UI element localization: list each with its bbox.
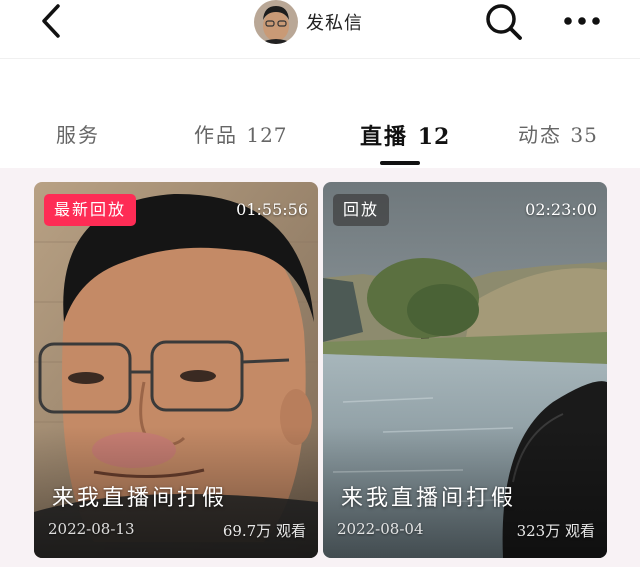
top-bar: 发私信 <box>0 0 640 58</box>
avatar[interactable] <box>254 0 298 44</box>
video-duration: 01:55:56 <box>236 200 308 219</box>
private-message-label[interactable]: 发私信 <box>306 9 363 35</box>
more-horizontal-icon <box>564 17 600 25</box>
live-replay-card[interactable]: 回放 02:23:00 来我直播间打假 2022-08-04 323万 观看 <box>323 182 607 558</box>
tab-label: 作品 <box>194 123 238 147</box>
tab-count: 12 <box>417 124 451 150</box>
view-count: 323万 观看 <box>516 522 595 540</box>
card-title: 来我直播间打假 <box>52 486 228 511</box>
card-date: 2022-08-13 <box>48 520 135 538</box>
tab-label: 直播 <box>360 124 409 150</box>
search-icon <box>486 4 522 40</box>
more-button[interactable] <box>556 6 608 36</box>
video-duration: 02:23:00 <box>525 200 597 219</box>
private-message-entry[interactable]: 发私信 <box>254 0 363 44</box>
tab-label: 服务 <box>56 123 100 147</box>
active-tab-indicator <box>380 161 420 165</box>
profile-tabs: 服务 作品 127 直播 12 动态 35 <box>0 58 640 169</box>
live-replay-card[interactable]: 最新回放 01:55:56 来我直播间打假 2022-08-13 69.7万 观… <box>34 182 318 558</box>
view-count: 69.7万 观看 <box>222 522 306 540</box>
latest-replay-badge: 最新回放 <box>44 194 137 226</box>
live-replay-grid: 最新回放 01:55:56 来我直播间打假 2022-08-13 69.7万 观… <box>0 168 640 567</box>
search-button[interactable] <box>482 0 526 44</box>
tab-count: 127 <box>246 123 288 147</box>
tab-works[interactable]: 作品 127 <box>194 119 288 148</box>
tab-moments[interactable]: 动态 35 <box>518 119 598 148</box>
card-date: 2022-08-04 <box>337 520 424 538</box>
tab-service[interactable]: 服务 <box>56 119 100 148</box>
back-button[interactable] <box>30 2 74 42</box>
chevron-left-icon <box>42 4 60 38</box>
card-title: 来我直播间打假 <box>341 486 517 511</box>
tab-label: 动态 <box>518 123 562 147</box>
replay-badge: 回放 <box>333 194 390 226</box>
tab-live[interactable]: 直播 12 <box>360 119 450 151</box>
tab-count: 35 <box>570 123 598 147</box>
